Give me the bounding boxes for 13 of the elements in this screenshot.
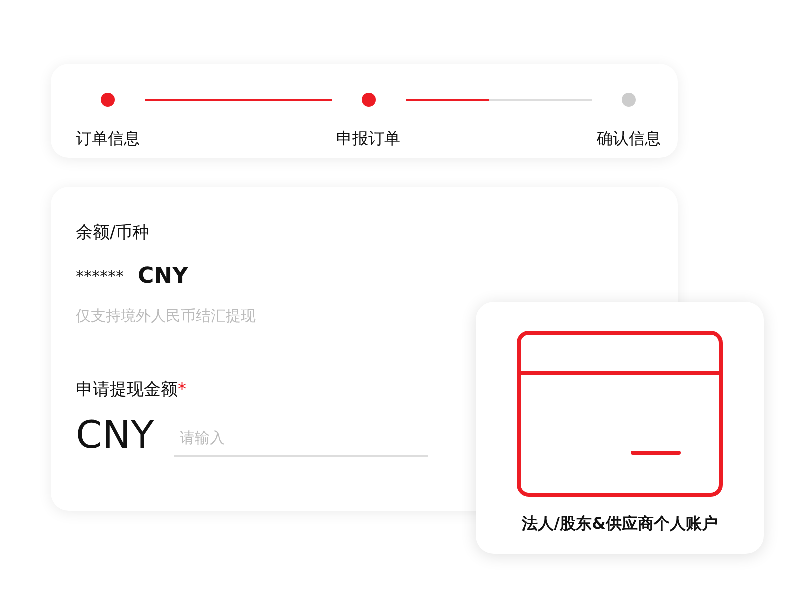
currency-code: CNY bbox=[138, 264, 188, 289]
account-type-card[interactable]: 法人/股东&供应商个人账户 bbox=[476, 302, 764, 554]
account-type-label: 法人/股东&供应商个人账户 bbox=[522, 514, 718, 535]
step-label: 申报订单 bbox=[336, 129, 400, 150]
withdraw-label: 申请提现金额* bbox=[76, 379, 186, 401]
masked-amount: ****** bbox=[76, 267, 124, 286]
hint-text: 仅支持境外人民币结汇提现 bbox=[76, 307, 256, 326]
step-label: 确认信息 bbox=[597, 129, 661, 150]
currency-code: CNY bbox=[76, 415, 154, 457]
step-label: 订单信息 bbox=[76, 129, 140, 150]
balance-label: 余额/币种 bbox=[76, 222, 150, 244]
amount-input[interactable]: 请输入 bbox=[174, 422, 428, 457]
bank-card-icon bbox=[517, 331, 723, 497]
